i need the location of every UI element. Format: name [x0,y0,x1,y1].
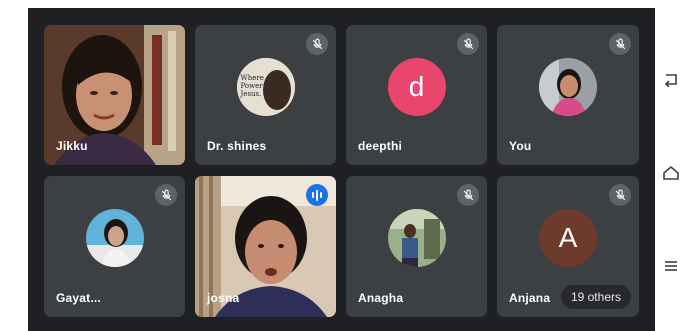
participant-name: Dr. shines [207,139,267,153]
audio-level-icon [306,184,328,206]
participant-name: Jikku [56,139,88,153]
participant-tile-deepthi[interactable]: d deepthi [346,25,487,165]
participant-avatar: A [539,209,597,268]
participant-avatar: d [387,57,446,116]
participant-tile-anagha[interactable]: Anagha [346,176,487,317]
participant-name: Anagha [358,291,404,305]
participant-avatar [85,209,144,268]
participant-name: josna [207,291,240,305]
participant-name: Anjana [509,291,551,305]
participant-avatar [539,57,597,116]
participant-tile-josna[interactable]: josna [195,176,336,317]
mic-off-icon [609,33,631,55]
participant-name: deepthi [358,139,403,153]
mic-off-icon [306,33,328,55]
mic-off-icon [609,184,631,206]
menu-icon[interactable] [661,256,681,276]
participant-avatar: Where Power Jesus. [236,57,295,116]
mic-off-icon [457,184,479,206]
participant-tile-jikku[interactable]: Jikku [44,25,185,165]
participant-tile-anjana[interactable]: A Anjana 19 others [497,176,639,317]
participant-avatar [387,209,446,268]
home-icon[interactable] [661,163,681,183]
back-icon[interactable] [661,70,681,90]
screen: Jikku Where Power Jesus. Dr. shines d de… [0,0,687,331]
meeting-grid: Jikku Where Power Jesus. Dr. shines d de… [28,8,655,331]
mic-off-icon [155,184,177,206]
android-nav-bar [655,8,687,331]
participant-name: You [509,139,532,153]
avatar-letter: d [408,70,425,102]
others-count-button[interactable]: 19 others [560,285,631,309]
participant-tile-you[interactable]: You [497,25,639,165]
participant-name: Gayat... [56,291,101,305]
avatar-text: Where Power Jesus. [240,73,264,98]
participant-tile-dr-shines[interactable]: Where Power Jesus. Dr. shines [195,25,336,165]
mic-off-icon [457,33,479,55]
avatar-letter: A [558,222,578,254]
participant-tile-gayat[interactable]: Gayat... [44,176,185,317]
